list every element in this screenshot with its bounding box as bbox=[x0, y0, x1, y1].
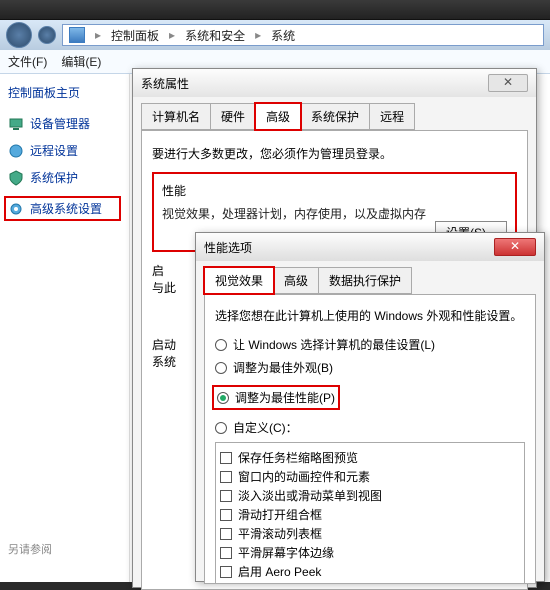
visual-effects-list[interactable]: 保存任务栏缩略图预览 窗口内的动画控件和元素 淡入淡出或滑动菜单到视图 滑动打开… bbox=[215, 442, 525, 584]
list-item[interactable]: 保存任务栏缩略图预览 bbox=[220, 449, 520, 466]
radio-best-appearance[interactable]: 调整为最佳外观(B) bbox=[215, 359, 525, 376]
panel-desc: 选择您想在此计算机上使用的 Windows 外观和性能设置。 bbox=[215, 307, 525, 324]
checkbox-icon[interactable] bbox=[220, 547, 232, 559]
dialog-titlebar[interactable]: 系统属性 ✕ bbox=[133, 69, 536, 97]
tab-remote[interactable]: 远程 bbox=[369, 103, 415, 130]
radio-custom[interactable]: 自定义(C)： bbox=[215, 419, 525, 436]
performance-options-dialog: 性能选项 ✕ 视觉效果 高级 数据执行保护 选择您想在此计算机上使用的 Wind… bbox=[195, 232, 545, 582]
sidebar-item-label: 远程设置 bbox=[30, 142, 78, 159]
checkbox-icon[interactable] bbox=[220, 566, 232, 578]
see-also-label: 另请参阅 bbox=[8, 541, 121, 557]
crumb-item[interactable]: 系统 bbox=[271, 27, 295, 44]
chevron-right-icon: ▸ bbox=[165, 28, 179, 42]
sidebar-item-remote[interactable]: 远程设置 bbox=[8, 142, 121, 159]
radio-icon bbox=[215, 339, 227, 351]
close-button[interactable]: ✕ bbox=[494, 238, 536, 256]
sidebar-item-label: 系统保护 bbox=[30, 169, 78, 186]
checkbox-icon[interactable] bbox=[220, 509, 232, 521]
forward-button[interactable] bbox=[38, 26, 56, 44]
device-manager-icon bbox=[8, 116, 24, 132]
list-item[interactable]: 启用 Aero Peek bbox=[220, 563, 520, 580]
group-title: 性能 bbox=[162, 182, 507, 199]
radio-icon bbox=[217, 392, 229, 404]
menu-edit[interactable]: 编辑(E) bbox=[61, 53, 101, 70]
sidebar-item-protection[interactable]: 系统保护 bbox=[8, 169, 121, 186]
dialog-title: 性能选项 bbox=[204, 239, 252, 256]
checkbox-icon[interactable] bbox=[220, 528, 232, 540]
radio-label: 调整为最佳性能(P) bbox=[235, 389, 335, 406]
window-titlebar bbox=[0, 0, 550, 20]
checkbox-icon[interactable] bbox=[220, 452, 232, 464]
tab-computer-name[interactable]: 计算机名 bbox=[141, 103, 211, 130]
radio-icon bbox=[215, 362, 227, 374]
menu-file[interactable]: 文件(F) bbox=[8, 53, 47, 70]
crumb-item[interactable]: 系统和安全 bbox=[185, 27, 245, 44]
radio-let-windows-choose[interactable]: 让 Windows 选择计算机的最佳设置(L) bbox=[215, 336, 525, 353]
checkbox-icon[interactable] bbox=[220, 490, 232, 502]
tab-dep[interactable]: 数据执行保护 bbox=[318, 267, 412, 294]
sidebar-item-advanced[interactable]: 高级系统设置 bbox=[4, 196, 121, 221]
tab-strip: 计算机名 硬件 高级 系统保护 远程 bbox=[141, 103, 528, 130]
dialog-title: 系统属性 bbox=[141, 75, 189, 92]
back-button[interactable] bbox=[6, 22, 32, 48]
sidebar-title: 控制面板主页 bbox=[8, 84, 121, 101]
gear-icon bbox=[8, 201, 24, 217]
crumb-item[interactable]: 控制面板 bbox=[111, 27, 159, 44]
dialog-titlebar[interactable]: 性能选项 ✕ bbox=[196, 233, 544, 261]
list-item[interactable]: 平滑滚动列表框 bbox=[220, 525, 520, 542]
list-item[interactable]: 平滑屏幕字体边缘 bbox=[220, 544, 520, 561]
sidebar-item-device-manager[interactable]: 设备管理器 bbox=[8, 115, 121, 132]
tab-advanced[interactable]: 高级 bbox=[273, 267, 319, 294]
control-panel-icon bbox=[69, 27, 85, 43]
shield-icon bbox=[8, 170, 24, 186]
list-item[interactable]: 滑动打开组合框 bbox=[220, 506, 520, 523]
radio-label: 自定义(C)： bbox=[233, 419, 298, 436]
close-button[interactable]: ✕ bbox=[488, 74, 528, 92]
sidebar: 控制面板主页 设备管理器 远程设置 系统保护 高级系统设置 另请参阅 bbox=[0, 74, 130, 582]
checkbox-icon[interactable] bbox=[220, 471, 232, 483]
tab-protection[interactable]: 系统保护 bbox=[300, 103, 370, 130]
radio-best-performance[interactable]: 调整为最佳性能(P) bbox=[215, 388, 337, 407]
chevron-right-icon: ▸ bbox=[251, 28, 265, 42]
breadcrumb[interactable]: ▸ 控制面板 ▸ 系统和安全 ▸ 系统 bbox=[62, 24, 544, 46]
sidebar-item-label: 设备管理器 bbox=[30, 115, 90, 132]
tab-strip: 视觉效果 高级 数据执行保护 bbox=[204, 267, 536, 294]
sidebar-item-label: 高级系统设置 bbox=[30, 200, 102, 217]
list-item[interactable]: 窗口内的动画控件和元素 bbox=[220, 468, 520, 485]
radio-label: 调整为最佳外观(B) bbox=[233, 359, 333, 376]
chevron-right-icon: ▸ bbox=[91, 28, 105, 42]
radio-label: 让 Windows 选择计算机的最佳设置(L) bbox=[233, 336, 435, 353]
tab-hardware[interactable]: 硬件 bbox=[210, 103, 256, 130]
list-item[interactable]: 启用透明玻璃 bbox=[220, 582, 520, 584]
radio-icon bbox=[215, 422, 227, 434]
remote-icon bbox=[8, 143, 24, 159]
list-item[interactable]: 淡入淡出或滑动菜单到视图 bbox=[220, 487, 520, 504]
group-desc: 视觉效果，处理器计划，内存使用，以及虚拟内存 bbox=[162, 205, 507, 222]
tab-panel-visual-effects: 选择您想在此计算机上使用的 Windows 外观和性能设置。 让 Windows… bbox=[204, 294, 536, 584]
admin-note: 要进行大多数更改，您必须作为管理员登录。 bbox=[152, 145, 517, 162]
address-bar: ▸ 控制面板 ▸ 系统和安全 ▸ 系统 bbox=[0, 20, 550, 50]
tab-advanced[interactable]: 高级 bbox=[255, 103, 301, 130]
tab-visual-effects[interactable]: 视觉效果 bbox=[204, 267, 274, 294]
